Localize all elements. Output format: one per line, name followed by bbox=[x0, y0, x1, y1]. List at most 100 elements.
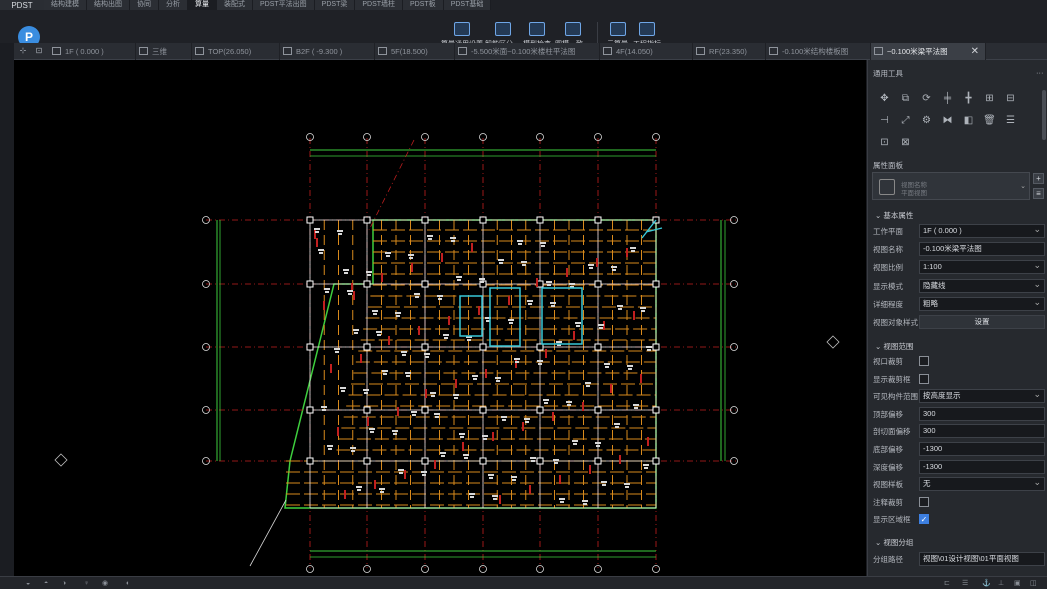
annotation-text-mark bbox=[615, 426, 619, 428]
annotation-text-mark bbox=[438, 298, 442, 300]
property-checkbox[interactable] bbox=[919, 356, 929, 366]
mirror-icon[interactable]: ⧓ bbox=[941, 115, 954, 126]
tool-a-icon[interactable]: ⊏ bbox=[944, 580, 952, 587]
tool-f-icon[interactable]: ◫ bbox=[1030, 580, 1038, 587]
basic-section-header[interactable]: ⌄ 基本属性 bbox=[875, 210, 913, 221]
property-checkbox[interactable]: ✓ bbox=[919, 514, 929, 525]
property-label: 视图样板 bbox=[873, 480, 903, 490]
menu-tab[interactable]: 装配式 bbox=[217, 0, 253, 10]
menu-tab[interactable]: 协同 bbox=[130, 0, 159, 10]
tool-c-icon[interactable]: ⚓ bbox=[982, 580, 991, 587]
property-checkbox[interactable] bbox=[919, 373, 929, 384]
annotation-text-mark bbox=[641, 310, 645, 312]
menu-tab[interactable]: 结构建模 bbox=[44, 0, 87, 10]
extend-icon[interactable]: ⤢ bbox=[899, 115, 912, 126]
property-checkbox[interactable] bbox=[919, 496, 929, 507]
property-select[interactable]: 按高度显示 bbox=[919, 389, 1045, 404]
view-plan-icon bbox=[378, 47, 387, 55]
beam-tag-mark bbox=[434, 460, 436, 469]
menu-tab[interactable]: PDST板 bbox=[403, 0, 444, 10]
property-input[interactable]: 300 bbox=[919, 406, 1045, 421]
column-mark bbox=[594, 406, 602, 414]
list-icon[interactable]: ☰ bbox=[1004, 115, 1017, 126]
property-select[interactable]: 隐藏线 bbox=[919, 278, 1045, 293]
locate-icon[interactable]: ♀ bbox=[84, 580, 92, 587]
view-tab[interactable]: ~0.100米梁平法图 ✕ bbox=[871, 43, 986, 60]
group-section-header[interactable]: ⌄ 视图分组 bbox=[875, 537, 913, 548]
annotation-text-mark bbox=[633, 404, 639, 406]
view-tab[interactable]: RF(23.350) bbox=[693, 43, 766, 60]
move-icon[interactable]: ✥ bbox=[878, 93, 891, 104]
annotation-text-mark bbox=[522, 264, 526, 266]
align-icon[interactable]: ╪ bbox=[941, 93, 954, 104]
visibility-icon[interactable]: ◉ bbox=[102, 580, 110, 587]
property-select[interactable]: 1:100 bbox=[919, 260, 1045, 275]
view-tab[interactable]: 4F(14.050) bbox=[600, 43, 693, 60]
tool-e-icon[interactable]: ▣ bbox=[1014, 580, 1022, 587]
annotation-text-mark bbox=[460, 436, 464, 438]
beam-tag-mark bbox=[545, 349, 547, 358]
menu-tab[interactable]: PDST墙柱 bbox=[355, 0, 404, 10]
annotation-text-mark bbox=[347, 290, 353, 292]
property-select[interactable]: 粗略 bbox=[919, 296, 1045, 311]
beam-tag-mark bbox=[418, 326, 420, 335]
window-select-icon[interactable]: ⊡ bbox=[34, 46, 44, 56]
delete-icon[interactable]: 🗑 bbox=[983, 115, 996, 126]
copy-icon[interactable]: ⧉ bbox=[899, 93, 912, 104]
layer-icon[interactable]: ◒ bbox=[26, 580, 34, 587]
menu-tab[interactable]: PDST梁 bbox=[314, 0, 356, 10]
beam-tag-mark bbox=[515, 359, 517, 368]
type-selector[interactable]: 视图名称 平面视图 ⌄ bbox=[872, 172, 1030, 200]
array-icon[interactable]: ⊞ bbox=[983, 93, 996, 104]
property-input[interactable]: 视图\01设计视图\01平面视图 bbox=[919, 552, 1045, 566]
menu-tab[interactable]: 结构出图 bbox=[87, 0, 130, 10]
range-section-header[interactable]: ⌄ 视图范围 bbox=[875, 341, 913, 352]
group-icon[interactable]: ⚙ bbox=[920, 115, 933, 126]
annotation-text-mark bbox=[515, 361, 519, 363]
property-label: 顶部偏移 bbox=[873, 409, 903, 419]
annotation-text-mark bbox=[422, 474, 426, 476]
property-select[interactable]: 无 bbox=[919, 477, 1045, 492]
tool-b-icon[interactable]: ☰ bbox=[962, 580, 970, 587]
offset-icon[interactable]: ⊟ bbox=[1004, 93, 1017, 104]
trim-icon[interactable]: ⊣ bbox=[878, 115, 891, 126]
structural-plan-drawing[interactable] bbox=[14, 60, 866, 576]
rotate-icon[interactable]: ⟳ bbox=[920, 93, 933, 104]
pan-tool-icon[interactable]: ⊹ bbox=[18, 46, 28, 56]
property-input[interactable]: 300 bbox=[919, 424, 1045, 439]
view-tab[interactable]: -0.100米结构楼板图 bbox=[766, 43, 871, 60]
split-icon[interactable]: ╋ bbox=[962, 93, 975, 104]
property-button[interactable]: 设置 bbox=[919, 315, 1045, 329]
menu-tab[interactable]: PDST基础 bbox=[443, 0, 492, 10]
view-tab[interactable]: TOP(26.050) bbox=[192, 43, 280, 60]
view-tab[interactable]: B2F ( -9.300 ) bbox=[280, 43, 375, 60]
panel-scrollbar[interactable] bbox=[1042, 90, 1046, 140]
drawing-canvas[interactable] bbox=[14, 60, 866, 576]
grid-icon[interactable]: ◑ bbox=[62, 580, 70, 587]
filter-icon[interactable]: ⊠ bbox=[899, 137, 912, 148]
snap-icon[interactable]: ◓ bbox=[44, 580, 52, 587]
menu-tab[interactable]: 算量 bbox=[188, 0, 217, 10]
property-select[interactable]: 1F ( 0.000 ) bbox=[919, 224, 1045, 238]
annotation-text-mark bbox=[344, 272, 348, 274]
view-tab[interactable]: 5F(18.500) bbox=[375, 43, 455, 60]
annotation-text-mark bbox=[492, 495, 498, 497]
property-row: 显示模式 隐藏线 bbox=[873, 278, 1047, 293]
menu-tab[interactable]: 分析 bbox=[159, 0, 188, 10]
view-tab[interactable]: -5.500米面~0.100米楼柱平法图 bbox=[455, 43, 600, 60]
add-icon[interactable]: + bbox=[1033, 173, 1044, 184]
display-icon[interactable]: ◐ bbox=[126, 580, 134, 587]
panel-menu-icon[interactable]: ··· bbox=[1036, 68, 1044, 77]
property-input[interactable]: -1300 bbox=[919, 442, 1045, 456]
property-input[interactable]: -1300 bbox=[919, 459, 1045, 474]
property-input[interactable]: -0.100米梁平法图 bbox=[919, 242, 1045, 257]
menu-tab[interactable]: PDST平法出图 bbox=[253, 0, 315, 10]
annotation-text-mark bbox=[473, 378, 477, 380]
tool-d-icon[interactable]: ⊥ bbox=[998, 580, 1006, 587]
close-tab-icon[interactable]: ✕ bbox=[971, 43, 979, 60]
view-tab[interactable]: 1F ( 0.000 ) bbox=[49, 43, 136, 60]
measure-icon[interactable]: ⊡ bbox=[878, 137, 891, 148]
list-icon[interactable]: ≡ bbox=[1033, 188, 1044, 199]
view-tab[interactable]: 三维 bbox=[136, 43, 192, 60]
stretch-icon[interactable]: ◧ bbox=[962, 115, 975, 126]
